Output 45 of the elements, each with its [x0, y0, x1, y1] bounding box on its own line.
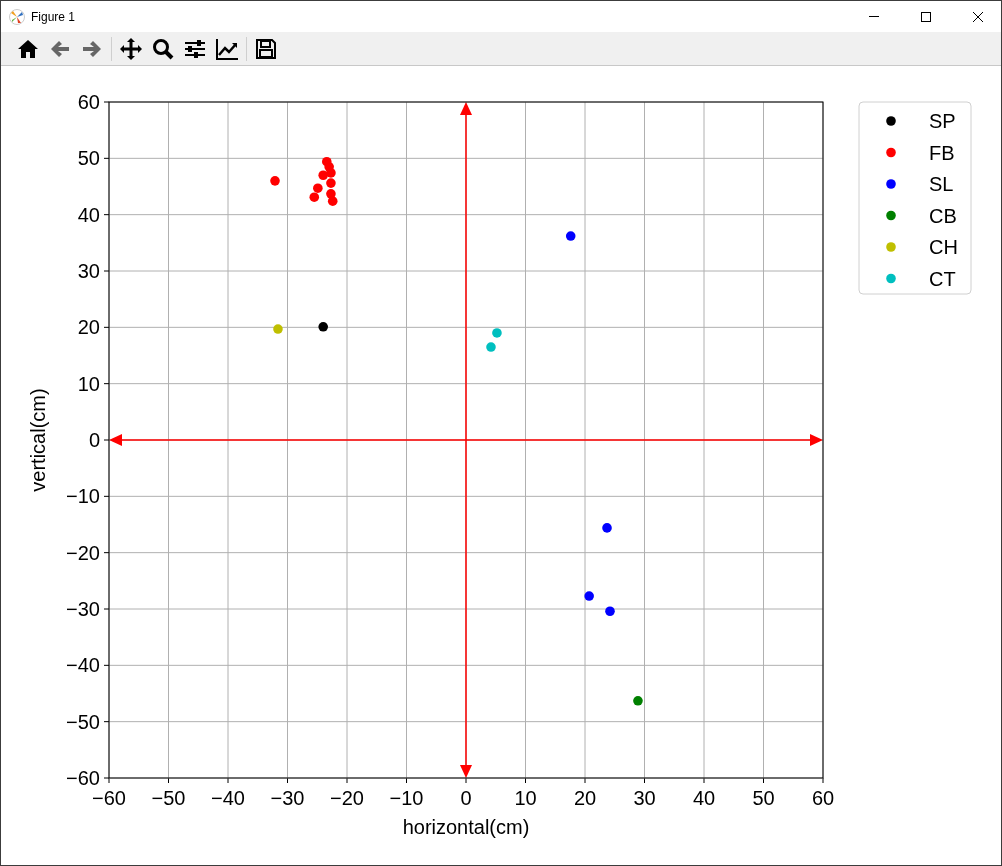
- x-tick-label: −50: [151, 787, 186, 809]
- y-tick-label: −50: [66, 710, 100, 733]
- line-chart-icon: [216, 37, 238, 60]
- x-tick-label: 0: [460, 787, 472, 809]
- y-tick-label: 60: [77, 91, 100, 113]
- legend-label: CB: [929, 204, 957, 227]
- pan-button[interactable]: [118, 35, 144, 62]
- y-tick-label: 0: [88, 429, 100, 451]
- sliders-icon: [184, 37, 206, 60]
- x-tick-label: 40: [692, 787, 716, 809]
- y-tick-label: 50: [77, 147, 100, 170]
- y-tick-label: −10: [66, 485, 100, 508]
- close-icon: [973, 11, 983, 22]
- window-title: Figure 1: [31, 9, 77, 24]
- search-icon: [152, 37, 174, 60]
- y-tick-label: 40: [77, 203, 100, 226]
- y-tick-label: −40: [66, 654, 100, 677]
- x-tick-label: −20: [330, 787, 364, 809]
- x-tick-label: 50: [752, 787, 775, 809]
- y-tick-label: 10: [77, 372, 100, 395]
- y-tick-label: −60: [66, 767, 100, 789]
- x-tick-label: 30: [633, 787, 656, 809]
- maximize-icon: [921, 11, 931, 22]
- legend-label: SL: [929, 173, 954, 195]
- move-arrows-icon: [120, 37, 142, 60]
- x-tick-label: 20: [573, 787, 597, 809]
- x-tick-label: −10: [389, 787, 424, 809]
- y-tick-label: 20: [77, 316, 100, 339]
- legend-label: SP: [929, 110, 956, 132]
- x-tick-label: −60: [92, 787, 126, 809]
- y-tick-label: −20: [66, 541, 100, 564]
- x-tick-label: −40: [211, 787, 245, 809]
- y-tick-label: −30: [66, 598, 100, 620]
- legend-label: FB: [929, 141, 955, 164]
- legend-label: CT: [929, 267, 956, 290]
- x-axis-label: horizontal(cm): [402, 816, 530, 838]
- y-axis-label: vertical(cm): [27, 388, 49, 492]
- x-tick-label: 60: [811, 787, 835, 809]
- x-tick-label: 10: [514, 787, 537, 809]
- legend-label: CH: [929, 236, 958, 258]
- minimize-icon: [869, 16, 879, 17]
- x-tick-label: −30: [270, 787, 305, 809]
- app-logo-icon: [9, 8, 25, 25]
- y-tick-label: 30: [77, 260, 100, 282]
- home-icon: [17, 37, 39, 60]
